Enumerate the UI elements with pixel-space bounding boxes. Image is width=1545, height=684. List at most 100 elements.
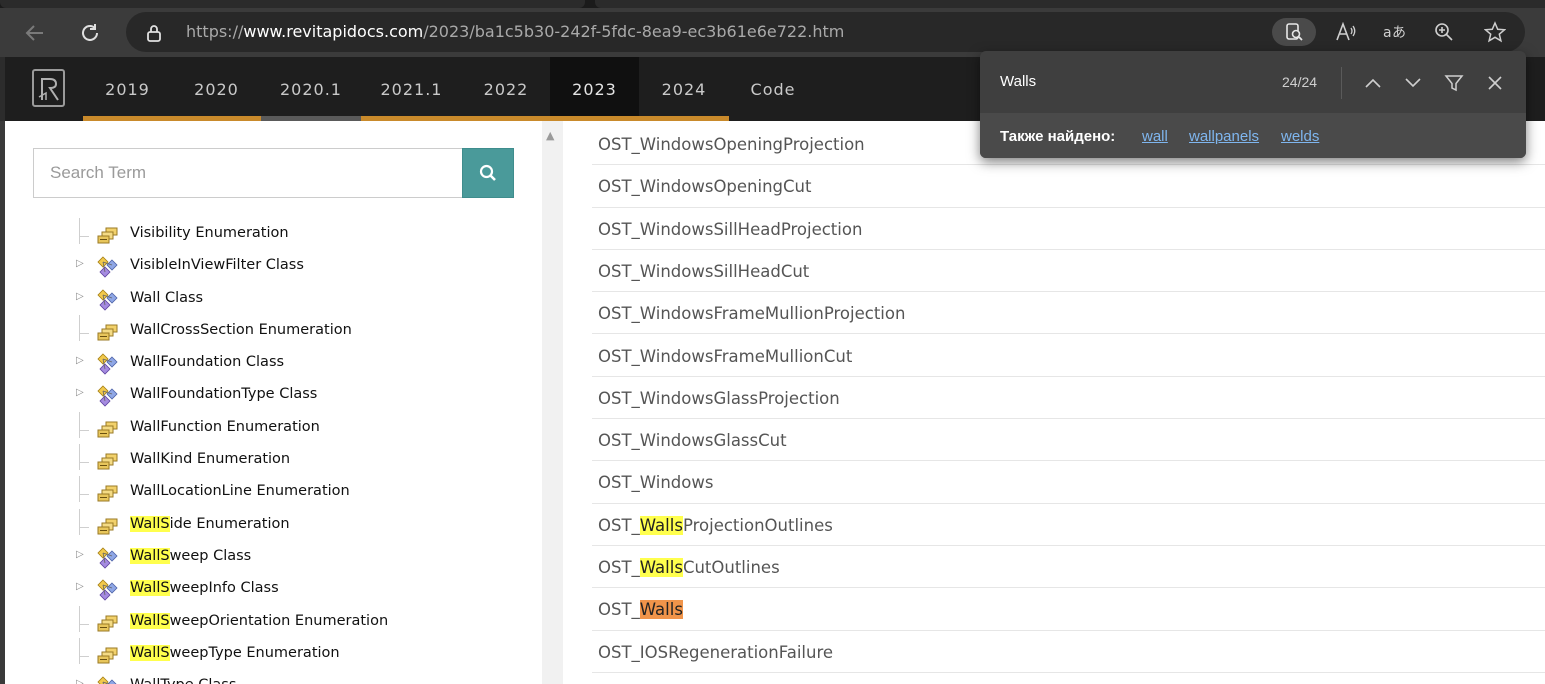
tree-item[interactable]: ▷ Wall Class bbox=[5, 283, 542, 315]
tree-item[interactable]: WallCrossSection Enumeration bbox=[5, 314, 542, 347]
read-aloud-icon[interactable] bbox=[1331, 18, 1361, 46]
search-highlight: WallS bbox=[130, 515, 170, 532]
translate-icon[interactable]: aあ bbox=[1380, 18, 1410, 46]
url-host: www.revitapidocs.com bbox=[243, 22, 424, 41]
expand-triangle-icon[interactable]: ▷ bbox=[76, 678, 84, 684]
tree-item[interactable]: WallKind Enumeration bbox=[5, 444, 542, 476]
member-name: OST_WindowsGlassProjection bbox=[598, 389, 840, 408]
tree-item[interactable]: WallFunction Enumeration bbox=[5, 411, 542, 444]
tree-connector bbox=[79, 526, 89, 528]
tree-item[interactable]: Visibility Enumeration bbox=[5, 218, 542, 250]
suggestion-link[interactable]: wall bbox=[1142, 128, 1168, 145]
tree-item-label: WallType Class bbox=[130, 677, 236, 684]
find-previous-button[interactable] bbox=[1359, 69, 1387, 97]
sidebar-scrollbar[interactable]: ▲ bbox=[542, 121, 563, 684]
svg-text:a: a bbox=[1383, 25, 1392, 41]
find-close-button[interactable] bbox=[1481, 69, 1509, 97]
address-bar[interactable]: https://www.revitapidocs.com/2023/ba1c5b… bbox=[126, 12, 1525, 52]
member-row: OST_WindowsGlassProjection bbox=[592, 377, 1545, 420]
tree-item[interactable]: WallSide Enumeration bbox=[5, 508, 542, 541]
filter-icon bbox=[1444, 75, 1464, 92]
class-icon bbox=[97, 385, 119, 408]
enumeration-icon bbox=[97, 644, 119, 666]
version-tab[interactable]: 2023 bbox=[550, 57, 639, 121]
favorite-star-icon[interactable] bbox=[1480, 18, 1510, 46]
svg-text:あ: あ bbox=[1392, 25, 1406, 41]
label-part: weepOrientation Enumeration bbox=[169, 612, 389, 629]
tree-item-label: WallFoundation Class bbox=[130, 354, 284, 370]
class-icon bbox=[97, 353, 119, 375]
version-tab-label: 2020 bbox=[194, 79, 239, 99]
find-next-button[interactable] bbox=[1399, 69, 1427, 97]
close-icon bbox=[1488, 76, 1502, 90]
version-tab[interactable]: 2020.1 bbox=[261, 57, 361, 121]
version-tab[interactable]: 2019 bbox=[83, 57, 172, 121]
class-icon bbox=[97, 579, 119, 601]
tree-item-label: WallSweep Class bbox=[130, 547, 251, 564]
version-tab[interactable]: 2020 bbox=[172, 57, 261, 121]
member-name: OST_WindowsFrameMullionCut bbox=[598, 347, 852, 366]
version-tab[interactable]: 2024 bbox=[639, 57, 729, 121]
api-tree: Visibility Enumeration ▷ VisibleInViewFilt… bbox=[5, 218, 542, 684]
class-icon bbox=[97, 547, 119, 569]
member-row: OST_WindowsSillHeadProjection bbox=[592, 208, 1545, 250]
search-button[interactable] bbox=[462, 148, 514, 198]
tree-item[interactable]: ▷ WallFoundationType Class bbox=[5, 379, 542, 411]
tree-item[interactable]: ▷ VisibleInViewFilter Class bbox=[5, 250, 542, 282]
member-name: OST_WindowsOpeningCut bbox=[598, 177, 811, 196]
expand-triangle-icon[interactable]: ▷ bbox=[76, 355, 84, 366]
browser-toolbar: https://www.revitapidocs.com/2023/ba1c5b… bbox=[0, 8, 1545, 57]
tree-connector bbox=[79, 605, 80, 632]
revit-logo-icon[interactable] bbox=[32, 69, 65, 107]
tree-item[interactable]: ▷ WallType Class bbox=[5, 670, 542, 684]
member-row: OST_Windows bbox=[592, 461, 1545, 504]
member-name: OST_IOSRegenerationFailure bbox=[598, 643, 833, 662]
tree-item[interactable]: WallSweepType Enumeration bbox=[5, 637, 542, 670]
expand-triangle-icon[interactable]: ▷ bbox=[76, 581, 84, 592]
header-edge bbox=[0, 57, 5, 121]
scroll-up-arrow-icon[interactable]: ▲ bbox=[546, 129, 554, 142]
also-found-section: Также найдено: wall wallpanels welds bbox=[980, 113, 1526, 158]
label-part: VisibleInViewFilter Class bbox=[130, 257, 304, 274]
tree-item[interactable]: WallLocationLine Enumeration bbox=[5, 476, 542, 508]
member-name-part: OST_WindowsGlassProjection bbox=[598, 388, 840, 408]
find-on-page-bar: Walls 24/24 Также найдено: wall wallpane… bbox=[980, 51, 1526, 158]
enumeration-icon bbox=[97, 515, 119, 537]
suggestion-link[interactable]: wallpanels bbox=[1189, 128, 1259, 145]
version-tab[interactable]: 2021.1 bbox=[361, 57, 462, 121]
tree-item[interactable]: ▷ WallSweep Class bbox=[5, 541, 542, 573]
label-part: Wall Class bbox=[130, 289, 204, 306]
version-tab[interactable]: Code bbox=[729, 57, 817, 121]
tree-item-label: WallSweepType Enumeration bbox=[130, 644, 340, 661]
member-name: OST_WallsCutOutlines bbox=[598, 558, 780, 577]
expand-triangle-icon[interactable]: ▷ bbox=[76, 291, 84, 302]
search-input[interactable] bbox=[33, 148, 463, 198]
tree-item[interactable]: ▷ WallFoundation Class bbox=[5, 347, 542, 379]
expand-triangle-icon[interactable]: ▷ bbox=[76, 387, 84, 398]
class-icon bbox=[97, 676, 119, 684]
member-name: OST_WindowsSillHeadCut bbox=[598, 262, 809, 281]
zoom-in-icon[interactable] bbox=[1429, 18, 1459, 46]
tree-item[interactable]: ▷ WallSweepInfo Class bbox=[5, 573, 542, 605]
url-scheme: https:// bbox=[186, 22, 244, 41]
enumeration-icon bbox=[97, 321, 119, 343]
version-tab[interactable]: 2022 bbox=[462, 57, 550, 121]
expand-triangle-icon[interactable]: ▷ bbox=[76, 258, 84, 269]
label-part: WallFoundation Class bbox=[130, 354, 285, 371]
refresh-button[interactable] bbox=[73, 16, 107, 50]
member-name: OST_WallsProjectionOutlines bbox=[598, 515, 833, 535]
suggestion-link[interactable]: welds bbox=[1281, 128, 1319, 145]
find-on-page-icon[interactable] bbox=[1272, 18, 1316, 46]
expand-triangle-icon[interactable]: ▷ bbox=[76, 549, 84, 560]
find-filter-button[interactable] bbox=[1440, 69, 1468, 97]
tree-item[interactable]: WallSweepOrientation Enumeration bbox=[5, 605, 542, 638]
member-name-part: ProjectionOutlines bbox=[682, 515, 833, 535]
member-name-part: OST_WindowsSillHeadCut bbox=[598, 261, 810, 281]
back-button[interactable] bbox=[18, 16, 52, 50]
browser-tab[interactable] bbox=[0, 0, 585, 8]
search-highlight: Walls bbox=[639, 515, 683, 535]
browser-tab[interactable] bbox=[595, 0, 1545, 8]
label-part: weepType Enumeration bbox=[169, 644, 340, 661]
url-text[interactable]: https://www.revitapidocs.com/2023/ba1c5b… bbox=[186, 22, 844, 41]
find-query-input[interactable]: Walls bbox=[1000, 73, 1036, 90]
